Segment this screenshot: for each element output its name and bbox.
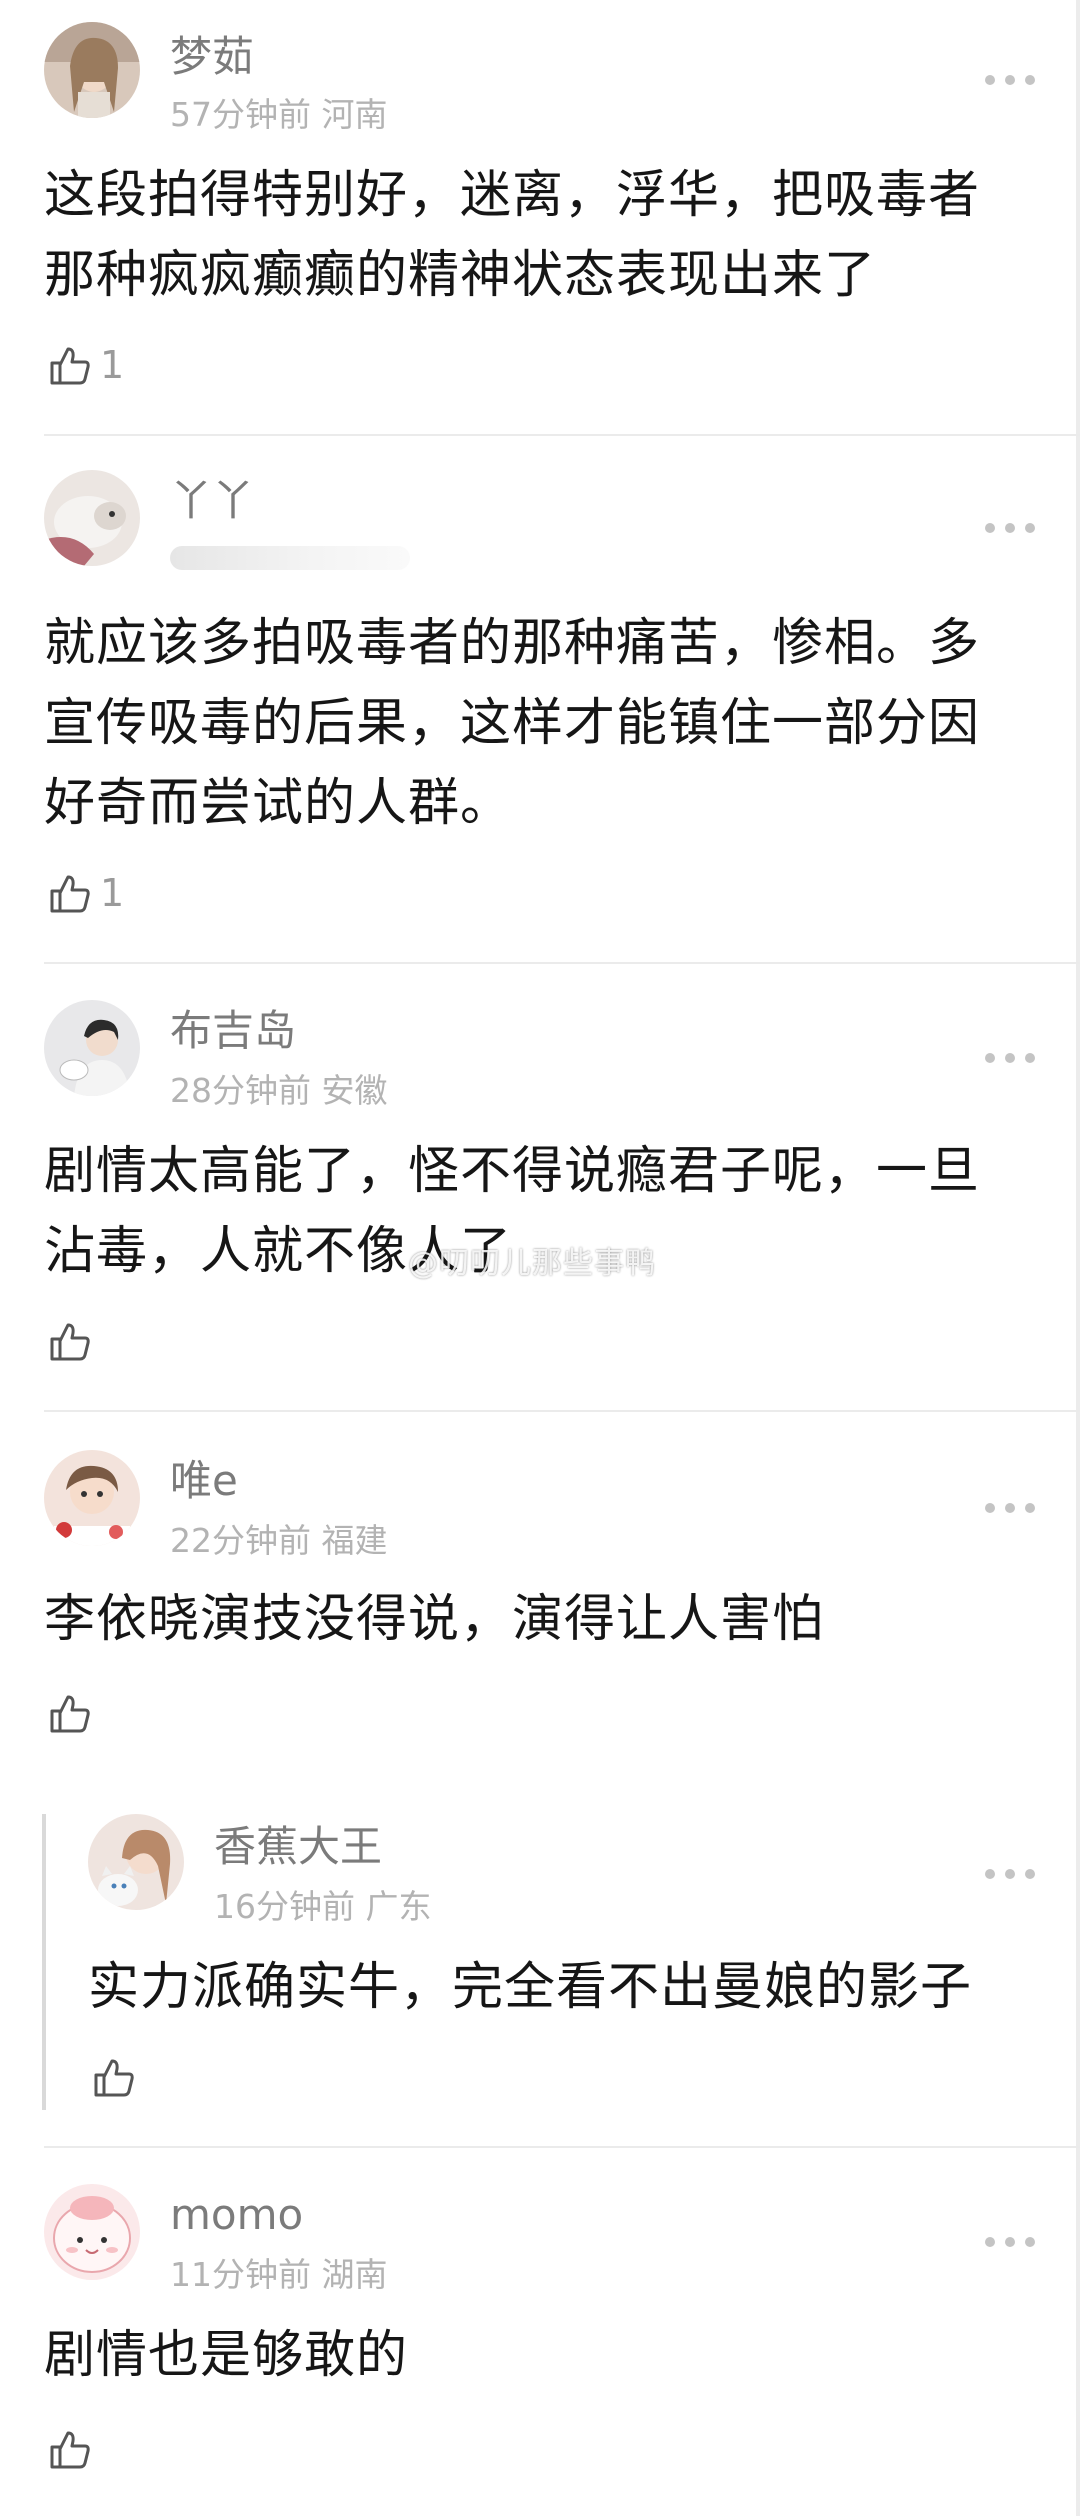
comment-text: 就应该多拍吸毒者的那种痛苦，惨相。多 宣传吸毒的后果，这样才能镇住一部分因 好奇… [44, 604, 980, 844]
more-dots-icon [985, 1869, 1035, 1879]
like-button[interactable] [48, 2424, 92, 2474]
avatar[interactable] [88, 1814, 184, 1910]
thumbs-up-icon [50, 347, 90, 385]
more-dots-icon [985, 1503, 1035, 1513]
divider [44, 962, 1080, 964]
more-options-button[interactable] [980, 1854, 1040, 1894]
more-options-button[interactable] [980, 60, 1040, 100]
author-name[interactable]: 香蕉大王 [214, 1826, 382, 1868]
thumbs-up-icon [50, 1323, 90, 1361]
comment-time: 16分钟前 [214, 1887, 355, 1926]
comment-time: 22分钟前 [170, 1521, 311, 1560]
comment-line: 这段拍得特别好，迷离，浮华，把吸毒者 [44, 166, 981, 225]
comment-line: 剧情太高能了，怪不得说瘾君子呢，一旦 [44, 1142, 981, 1201]
author-name[interactable]: momo [170, 2194, 303, 2236]
comment-location: 安徽 [321, 1071, 388, 1110]
comment-line: 那种疯疯癫癫的精神状态表现出来了 [44, 246, 877, 305]
more-options-button[interactable] [980, 508, 1040, 548]
like-button[interactable] [48, 1316, 92, 1366]
comment-line: 宣传吸毒的后果，这样才能镇住一部分因 [44, 694, 981, 753]
comment-meta: 22分钟前 福建 [170, 1524, 388, 1557]
comment-text: 实力派确实牛，完全看不出曼娘的影子 [88, 1948, 972, 2028]
avatar[interactable] [44, 22, 140, 118]
comment-line: 就应该多拍吸毒者的那种痛苦，惨相。多 [44, 614, 981, 673]
like-count: 1 [100, 871, 125, 915]
comment-line: 剧情也是够敢的 [44, 2326, 409, 2385]
avatar[interactable] [44, 1000, 140, 1096]
more-dots-icon [985, 1053, 1035, 1063]
comment-location: 广东 [365, 1887, 432, 1926]
thumbs-up-icon [50, 1695, 90, 1733]
author-name[interactable]: 布吉岛 [170, 1010, 296, 1052]
comment-location: 福建 [321, 1521, 388, 1560]
divider [44, 434, 1080, 436]
comment-time: 28分钟前 [170, 1071, 311, 1110]
like-button[interactable] [48, 1688, 92, 1738]
more-dots-icon [985, 75, 1035, 85]
comment-location: 河南 [321, 95, 388, 134]
more-options-button[interactable] [980, 1038, 1040, 1078]
more-dots-icon [985, 2237, 1035, 2247]
like-button[interactable]: 1 [48, 868, 124, 918]
like-button[interactable]: 1 [48, 340, 124, 390]
author-name[interactable]: 唯e [170, 1460, 238, 1502]
avatar[interactable] [44, 2184, 140, 2280]
more-options-button[interactable] [980, 2222, 1040, 2262]
blurred-meta [170, 546, 410, 570]
like-count: 1 [100, 343, 125, 387]
comment-meta: 57分钟前 河南 [170, 98, 388, 131]
author-name[interactable]: 梦茹 [170, 36, 254, 78]
comment-meta: 16分钟前 广东 [214, 1890, 432, 1923]
comment-line: 实力派确实牛，完全看不出曼娘的影子 [88, 1958, 973, 2017]
divider [44, 1410, 1080, 1412]
more-options-button[interactable] [980, 1488, 1040, 1528]
thumbs-up-icon [50, 875, 90, 913]
comment-text: 李依晓演技没得说，演得让人害怕 [44, 1580, 824, 1660]
comment-text: 这段拍得特别好，迷离，浮华，把吸毒者 那种疯疯癫癫的精神状态表现出来了 [44, 156, 980, 316]
thumbs-up-icon [94, 2059, 134, 2097]
comment-line: 好奇而尝试的人群。 [44, 774, 513, 833]
comment-time: 11分钟前 [170, 2255, 311, 2294]
thumbs-up-icon [50, 2431, 90, 2469]
divider [44, 2146, 1080, 2148]
comment-meta: 28分钟前 安徽 [170, 1074, 388, 1107]
comment-time: 57分钟前 [170, 95, 311, 134]
reply-indicator-bar [42, 1814, 46, 2110]
like-button[interactable] [92, 2052, 136, 2102]
comment-location: 湖南 [321, 2255, 388, 2294]
watermark: @叨叨儿那些事鸭 [408, 1246, 656, 1281]
page-edge [1076, 0, 1080, 2516]
comment-line: 李依晓演技没得说，演得让人害怕 [44, 1590, 825, 1649]
comment-meta: 11分钟前 湖南 [170, 2258, 388, 2291]
avatar[interactable] [44, 470, 140, 566]
avatar[interactable] [44, 1450, 140, 1546]
author-name[interactable]: 丫丫 [170, 480, 254, 522]
more-dots-icon [985, 523, 1035, 533]
comment-text: 剧情也是够敢的 [44, 2316, 408, 2396]
